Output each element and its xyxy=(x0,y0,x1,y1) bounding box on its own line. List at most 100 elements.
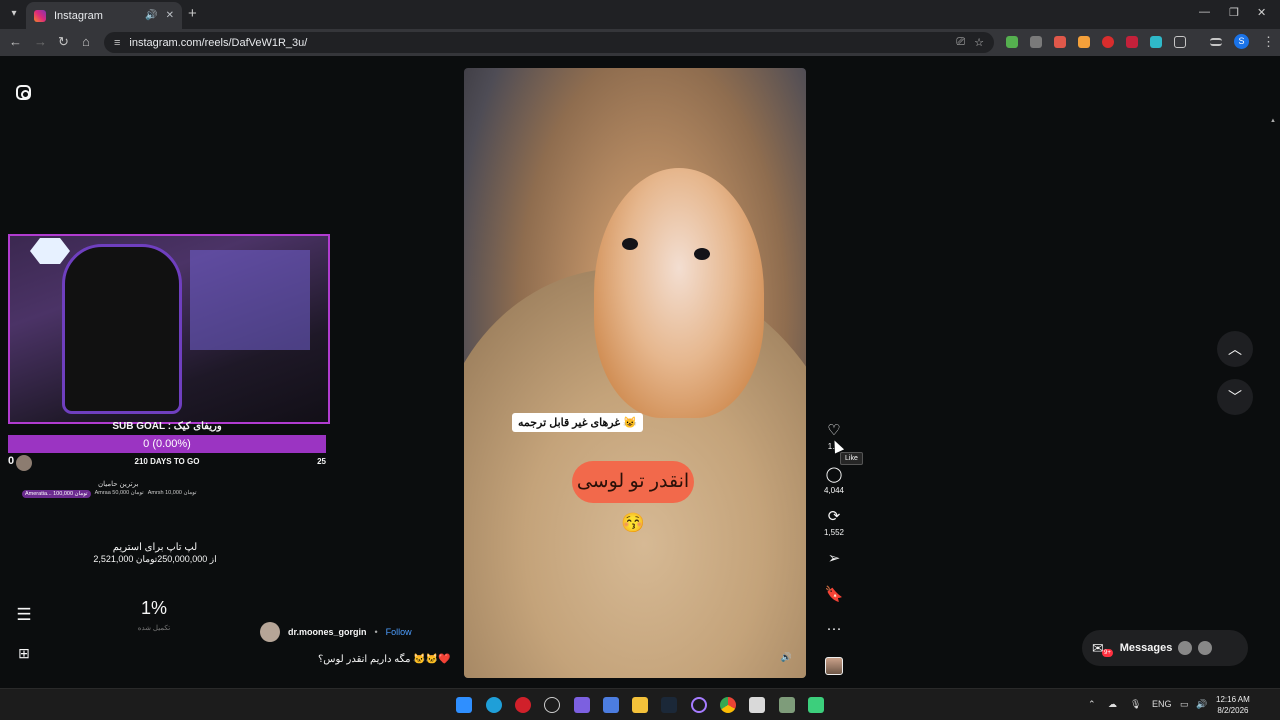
like-tooltip: Like xyxy=(840,452,863,465)
goal-percent-label: تکمیل شده xyxy=(137,625,171,632)
minimize-button[interactable]: — xyxy=(1199,6,1210,18)
browser-tabbar: ▾ Instagram 🔊 ✕ + — ❐ ✕ xyxy=(0,0,1280,29)
browser-toolbar: ← → ↻ ⌂ ≡ instagram.com/reels/DafVeW1R_3… xyxy=(0,29,1280,56)
clock[interactable]: 12:16 AM 8/2/2026 xyxy=(1216,694,1250,716)
kitten xyxy=(594,168,764,418)
app-icon[interactable] xyxy=(603,697,619,713)
install-icon[interactable]: ⎚ xyxy=(956,36,965,49)
extension-icon[interactable] xyxy=(1078,36,1090,48)
gaming-chair xyxy=(62,244,182,414)
app-icon[interactable] xyxy=(749,697,765,713)
tab-instagram[interactable]: Instagram 🔊 ✕ xyxy=(26,2,182,29)
bookmark-star-icon[interactable]: ☆ xyxy=(974,36,984,49)
avatar[interactable] xyxy=(260,622,280,642)
language-indicator[interactable]: ENG xyxy=(1152,699,1172,709)
instagram-favicon-icon xyxy=(34,9,46,22)
caption-chip: غرهای غیر قابل ترجمه 😺 xyxy=(512,413,643,432)
comment-count: 4,044 xyxy=(823,486,845,495)
repost-count: 1,552 xyxy=(823,528,845,537)
donor-list: Ameratia... 100,000 تومان Amraa 50,000 ت… xyxy=(22,490,197,498)
extension-icon[interactable] xyxy=(1006,36,1018,48)
home-button[interactable]: ⌂ xyxy=(82,34,90,49)
clock-time: 12:16 AM xyxy=(1216,695,1250,704)
browser-menu-icon[interactable]: ⋮ xyxy=(1262,34,1275,50)
extension-icon[interactable] xyxy=(1150,36,1162,48)
reading-list-icon[interactable] xyxy=(1210,38,1222,46)
share-button[interactable]: ➢ xyxy=(818,550,850,568)
forward-button[interactable]: → xyxy=(34,34,47,49)
taskbar: ⌃ ☁ 🎙 ENG ▭ 🔊 12:16 AM 8/2/2026 xyxy=(0,688,1280,720)
app-icon[interactable] xyxy=(515,697,531,713)
messages-button[interactable]: ✉ 9+ Messages xyxy=(1082,630,1248,666)
restore-button[interactable]: ❐ xyxy=(1229,6,1239,19)
clock-date: 8/2/2026 xyxy=(1217,706,1249,715)
post-caption[interactable]: مگه داریم انقدر لوس؟ 🐱🐱❤️ xyxy=(318,654,451,665)
address-bar[interactable]: ≡ instagram.com/reels/DafVeW1R_3u/ ⎚ ☆ xyxy=(104,32,994,53)
edge-icon[interactable] xyxy=(486,697,502,713)
extension-icon[interactable] xyxy=(1054,36,1066,48)
grid-icon[interactable]: ⊞ xyxy=(16,645,32,661)
reel-video[interactable]: غرهای غیر قابل ترجمه 😺 انقدر تو لوسی 😚 🔊 xyxy=(464,68,806,678)
tray-overflow-icon[interactable]: ⌃ xyxy=(1088,699,1096,710)
extension-icon[interactable] xyxy=(1126,36,1138,48)
app-icon[interactable] xyxy=(779,697,795,713)
messages-label: Messages xyxy=(1119,642,1173,654)
bookmark-icon[interactable]: 🔖 xyxy=(818,586,850,604)
profile-avatar[interactable]: S xyxy=(1234,34,1249,49)
comment-icon[interactable]: ◯ xyxy=(818,466,850,484)
new-tab-button[interactable]: + xyxy=(188,6,197,22)
repost-button[interactable]: ⟳ 1,552 xyxy=(818,508,850,537)
extension-icon[interactable] xyxy=(1102,36,1114,48)
app-icon[interactable] xyxy=(808,697,824,713)
tab-list-icon[interactable]: ▾ xyxy=(6,6,22,22)
onedrive-icon[interactable]: ☁ xyxy=(1108,699,1117,710)
extensions-puzzle-icon[interactable] xyxy=(1174,36,1186,48)
avatar xyxy=(1178,641,1193,655)
site-info-icon[interactable]: ≡ xyxy=(114,37,120,49)
save-button[interactable]: 🔖 xyxy=(818,586,850,604)
reload-button[interactable]: ↻ xyxy=(58,34,69,50)
copilot-icon[interactable] xyxy=(574,697,590,713)
microphone-icon[interactable]: 🎙 xyxy=(1130,699,1141,710)
app-icon[interactable] xyxy=(544,697,560,713)
kitten-eye xyxy=(694,248,710,260)
audio-thumbnail[interactable] xyxy=(825,657,843,675)
more-options-button[interactable]: ··· xyxy=(818,620,850,638)
windows-start-icon[interactable] xyxy=(456,697,472,713)
heart-icon[interactable]: ♡ xyxy=(818,422,850,440)
file-explorer-icon[interactable] xyxy=(632,697,648,713)
notification-badge: 9+ xyxy=(1102,649,1113,657)
chrome-icon[interactable] xyxy=(720,697,736,713)
caption-pill: انقدر تو لوسی 😚 xyxy=(572,461,694,534)
hamburger-icon[interactable]: ☰ xyxy=(16,606,32,623)
extension-icon[interactable] xyxy=(1030,36,1042,48)
laptop-goal-title: لپ تاپ برای استریم xyxy=(112,542,198,553)
scrollbar-up-arrow[interactable]: ▲ xyxy=(1270,118,1276,124)
author-name[interactable]: dr.moones_gorgin xyxy=(288,627,367,637)
speaker-icon[interactable]: 🔊 xyxy=(781,652,792,663)
send-icon[interactable]: ➢ xyxy=(818,550,850,568)
top-supporters-label: برترین حامیان xyxy=(98,481,139,488)
volume-icon[interactable]: 🔊 xyxy=(1196,699,1207,710)
comment-button[interactable]: ◯ 4,044 xyxy=(818,466,850,495)
back-button[interactable]: ← xyxy=(9,34,22,49)
steam-icon[interactable] xyxy=(661,697,677,713)
separator-dot: • xyxy=(374,627,378,637)
previous-reel-button[interactable]: ︿ xyxy=(1217,331,1253,367)
close-tab-icon[interactable]: ✕ xyxy=(166,10,174,21)
speaker-icon[interactable]: 🔊 xyxy=(145,10,157,21)
reel-author: dr.moones_gorgin • Follow xyxy=(260,622,412,642)
days-to-go: 210 DAYS TO GO xyxy=(134,457,200,466)
obs-icon[interactable] xyxy=(691,697,707,713)
follow-button[interactable]: Follow xyxy=(386,627,412,637)
stream-overlay-image xyxy=(8,234,330,424)
network-icon[interactable]: ▭ xyxy=(1180,699,1189,710)
next-reel-button[interactable]: ﹀ xyxy=(1217,379,1253,415)
more-icon[interactable]: ··· xyxy=(818,620,850,638)
donor-item: Amrsh 10,000 تومان xyxy=(147,490,197,496)
url-text[interactable]: instagram.com/reels/DafVeW1R_3u/ xyxy=(129,37,947,49)
instagram-icon[interactable] xyxy=(16,85,31,100)
donor-item: Ameratia... 100,000 تومان xyxy=(22,490,91,498)
close-window-button[interactable]: ✕ xyxy=(1257,6,1266,19)
repost-icon[interactable]: ⟳ xyxy=(818,508,850,526)
